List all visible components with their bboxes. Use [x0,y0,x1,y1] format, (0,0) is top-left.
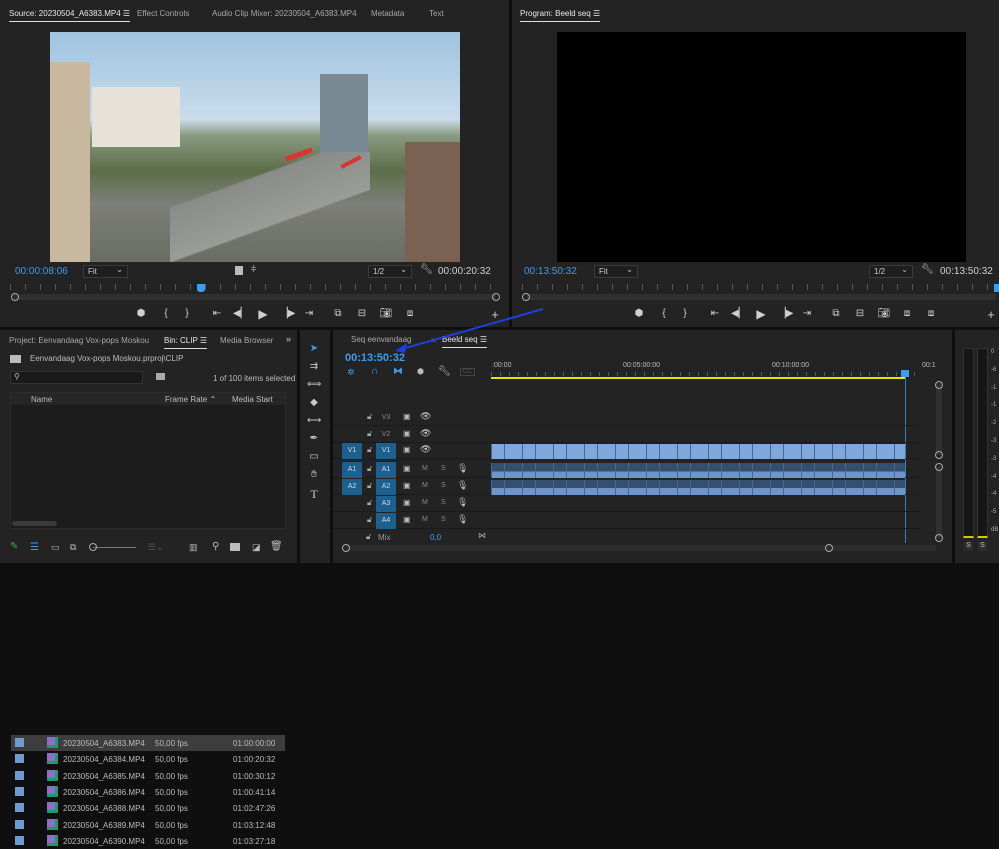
item-name: 20230504_A6386.MP4 [63,788,145,797]
item-frame-rate: 50,00 fps [155,837,188,846]
video-clip-icon [47,737,58,748]
label-color-swatch[interactable] [15,771,24,780]
item-media-start: 01:02:47:26 [233,804,275,813]
item-frame-rate: 50,00 fps [155,739,188,748]
label-color-swatch[interactable] [15,836,24,845]
label-color-swatch[interactable] [15,738,24,747]
item-media-start: 01:00:20:32 [233,755,275,764]
label-color-swatch[interactable] [15,820,24,829]
label-color-swatch[interactable] [15,803,24,812]
item-frame-rate: 50,00 fps [155,821,188,830]
list-item[interactable]: 20230504_A6384.MP4 50,00 fps 01:00:20:32 [11,751,285,767]
item-media-start: 01:00:30:12 [233,772,275,781]
item-name: 20230504_A6383.MP4 [63,739,145,748]
video-clip-icon [47,835,58,846]
video-clip-icon [47,770,58,781]
item-media-start: 01:00:00:00 [233,739,275,748]
label-color-swatch[interactable] [15,754,24,763]
list-item[interactable]: 20230504_A6385.MP4 50,00 fps 01:00:30:12 [11,768,285,784]
video-clip-icon [47,802,58,813]
item-frame-rate: 50,00 fps [155,804,188,813]
item-name: 20230504_A6385.MP4 [63,772,145,781]
annotation-arrow [0,0,999,563]
list-item[interactable]: 20230504_A6386.MP4 50,00 fps 01:00:41:14 [11,784,285,800]
video-clip-icon [47,786,58,797]
label-color-swatch[interactable] [15,787,24,796]
list-item[interactable]: 20230504_A6388.MP4 50,00 fps 01:02:47:26 [11,800,285,816]
item-name: 20230504_A6388.MP4 [63,804,145,813]
item-media-start: 01:00:41:14 [233,788,275,797]
item-name: 20230504_A6390.MP4 [63,837,145,846]
item-name: 20230504_A6384.MP4 [63,755,145,764]
list-item[interactable]: 20230504_A6383.MP4 50,00 fps 01:00:00:00 [11,735,285,751]
video-clip-icon [47,753,58,764]
list-item[interactable]: 20230504_A6389.MP4 50,00 fps 01:03:12:48 [11,817,285,833]
video-clip-icon [47,819,58,830]
list-item[interactable]: 20230504_A6390.MP4 50,00 fps 01:03:27:18 [11,833,285,849]
item-frame-rate: 50,00 fps [155,772,188,781]
item-frame-rate: 50,00 fps [155,788,188,797]
item-media-start: 01:03:12:48 [233,821,275,830]
item-media-start: 01:03:27:18 [233,837,275,846]
item-frame-rate: 50,00 fps [155,755,188,764]
item-name: 20230504_A6389.MP4 [63,821,145,830]
